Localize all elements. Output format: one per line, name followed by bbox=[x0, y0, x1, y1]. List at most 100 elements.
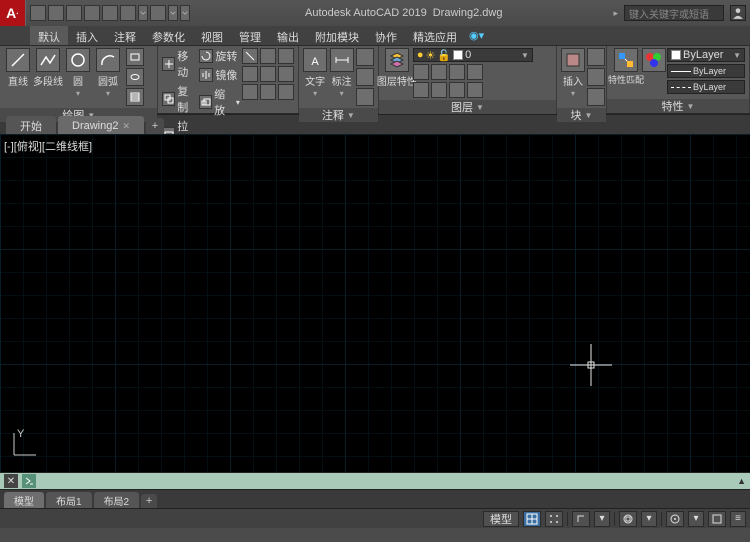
qat-custom-dropdown-icon[interactable] bbox=[180, 5, 190, 21]
grid-major bbox=[0, 134, 750, 472]
workspace-icon[interactable] bbox=[666, 511, 684, 527]
command-input[interactable] bbox=[40, 475, 733, 487]
tab-view[interactable]: 视图 bbox=[193, 26, 231, 45]
edit-block-icon[interactable] bbox=[587, 68, 605, 86]
polyline-button[interactable]: 多段线 bbox=[34, 48, 62, 88]
sign-in-icon[interactable] bbox=[730, 5, 746, 21]
tab-collab[interactable]: 协作 bbox=[367, 26, 405, 45]
layer-unlock-icon[interactable] bbox=[467, 82, 483, 98]
panel-layer-title[interactable]: 图层▼ bbox=[379, 100, 556, 114]
layer-combo[interactable]: ● ☀ 🔓 0 ▼ bbox=[413, 48, 533, 62]
panel-annot-title[interactable]: 注释▼ bbox=[299, 108, 378, 122]
chamfer-icon[interactable] bbox=[260, 84, 276, 100]
tab-annotate[interactable]: 注释 bbox=[106, 26, 144, 45]
tab-featured[interactable]: 精选应用 bbox=[405, 26, 465, 45]
viewport-label[interactable]: [-][俯视][二维线框] bbox=[4, 138, 92, 154]
array-icon[interactable] bbox=[260, 66, 276, 82]
fillet-icon[interactable] bbox=[278, 48, 294, 64]
tab-model[interactable]: 模型 bbox=[4, 492, 44, 508]
line-button[interactable]: 直线 bbox=[4, 48, 32, 88]
rotate-button[interactable]: 旋转 bbox=[199, 48, 240, 64]
extend-icon[interactable] bbox=[260, 48, 276, 64]
linetype-combo[interactable]: ByLayer bbox=[667, 80, 745, 94]
isoview-icon[interactable]: ▾ bbox=[688, 511, 704, 527]
snap-toggle-icon[interactable] bbox=[545, 511, 563, 527]
text-button[interactable]: A 文字▾ bbox=[303, 48, 328, 98]
palette-icon[interactable] bbox=[643, 48, 665, 72]
tab-overflow-icon[interactable]: ◉▾ bbox=[465, 26, 488, 45]
status-model[interactable]: 模型 bbox=[483, 511, 519, 527]
tab-parametric[interactable]: 参数化 bbox=[144, 26, 193, 45]
tab-insert[interactable]: 插入 bbox=[68, 26, 106, 45]
rect-icon[interactable] bbox=[126, 48, 144, 66]
new-icon[interactable] bbox=[30, 5, 46, 21]
tab-layout1[interactable]: 布局1 bbox=[46, 492, 92, 508]
open-icon[interactable] bbox=[48, 5, 64, 21]
explode-icon[interactable] bbox=[242, 84, 258, 100]
custom-icon[interactable]: ≡ bbox=[730, 511, 746, 527]
add-tab-button[interactable]: + bbox=[146, 118, 164, 134]
tab-addins[interactable]: 附加模块 bbox=[307, 26, 367, 45]
layer-on-icon[interactable] bbox=[413, 82, 429, 98]
copy-button[interactable]: 复制 bbox=[162, 83, 197, 115]
layerprop-button[interactable]: 图层特性 bbox=[383, 48, 411, 88]
ellipse-icon[interactable] bbox=[126, 68, 144, 86]
osnap-icon[interactable] bbox=[619, 511, 637, 527]
cmd-prompt-icon[interactable] bbox=[22, 474, 36, 488]
lineweight-combo[interactable]: ByLayer bbox=[667, 64, 745, 78]
layer-lock-icon[interactable] bbox=[467, 64, 483, 80]
undo-dropdown-icon[interactable] bbox=[138, 5, 148, 21]
cloud-icon[interactable] bbox=[356, 88, 374, 106]
sun-icon: ☀ bbox=[426, 49, 436, 62]
tab-layout2[interactable]: 布局2 bbox=[94, 492, 140, 508]
insert-button[interactable]: 插入▾ bbox=[561, 48, 585, 98]
panel-prop-title[interactable]: 特性▼ bbox=[607, 99, 749, 113]
plot-icon[interactable] bbox=[102, 5, 118, 21]
infocenter-search[interactable]: 键入关键字或短语 bbox=[624, 5, 724, 21]
scale-button[interactable]: 缩放▾ bbox=[199, 86, 240, 118]
color-combo[interactable]: ByLayer▼ bbox=[667, 48, 745, 62]
ortho-icon[interactable] bbox=[572, 511, 590, 527]
saveas-icon[interactable] bbox=[84, 5, 100, 21]
tab-manage[interactable]: 管理 bbox=[231, 26, 269, 45]
drawing-canvas[interactable]: [-][俯视][二维线框] Y bbox=[0, 134, 750, 472]
tab-output[interactable]: 输出 bbox=[269, 26, 307, 45]
grid-toggle-icon[interactable] bbox=[523, 511, 541, 527]
tab-drawing2[interactable]: Drawing2✕ bbox=[58, 116, 144, 134]
save-icon[interactable] bbox=[66, 5, 82, 21]
circle-button[interactable]: 圆▾ bbox=[64, 48, 92, 98]
create-block-icon[interactable] bbox=[587, 48, 605, 66]
panel-block-title[interactable]: 块▼ bbox=[557, 108, 606, 122]
tab-default[interactable]: 默认 bbox=[30, 26, 68, 45]
redo-dropdown-icon[interactable] bbox=[168, 5, 178, 21]
polar-icon[interactable]: ▾ bbox=[594, 511, 610, 527]
cmd-close-icon[interactable]: ✕ bbox=[4, 474, 18, 488]
anno-scale-icon[interactable]: ▾ bbox=[641, 511, 657, 527]
layer-iso-icon[interactable] bbox=[431, 64, 447, 80]
layer-thaw-icon[interactable] bbox=[449, 82, 465, 98]
break-icon[interactable] bbox=[278, 84, 294, 100]
app-menu-icon[interactable]: A· bbox=[0, 0, 26, 26]
trim-icon[interactable] bbox=[242, 48, 258, 64]
hatch-icon[interactable] bbox=[126, 88, 144, 106]
add-layout-button[interactable]: + bbox=[141, 494, 157, 508]
arc-button[interactable]: 圆弧▾ bbox=[94, 48, 122, 98]
redo-icon[interactable] bbox=[150, 5, 166, 21]
tab-start[interactable]: 开始 bbox=[6, 116, 56, 134]
layer-off-icon[interactable] bbox=[413, 64, 429, 80]
close-tab-icon[interactable]: ✕ bbox=[122, 121, 130, 132]
table-icon[interactable] bbox=[356, 68, 374, 86]
offset-icon[interactable] bbox=[242, 66, 258, 82]
erase-icon[interactable] bbox=[278, 66, 294, 82]
cmd-dropdown-icon[interactable]: ▲ bbox=[737, 476, 746, 486]
match-button[interactable]: 特性匹配 bbox=[611, 48, 641, 86]
dim-button[interactable]: 标注▾ bbox=[329, 48, 354, 98]
mirror-button[interactable]: 镜像 bbox=[199, 67, 240, 83]
layer-uniso-icon[interactable] bbox=[431, 82, 447, 98]
layer-freeze-icon[interactable] bbox=[449, 64, 465, 80]
attr-block-icon[interactable] bbox=[587, 88, 605, 106]
undo-icon[interactable] bbox=[120, 5, 136, 21]
clean-icon[interactable] bbox=[708, 511, 726, 527]
leader-icon[interactable] bbox=[356, 48, 374, 66]
move-button[interactable]: 移动 bbox=[162, 48, 197, 80]
